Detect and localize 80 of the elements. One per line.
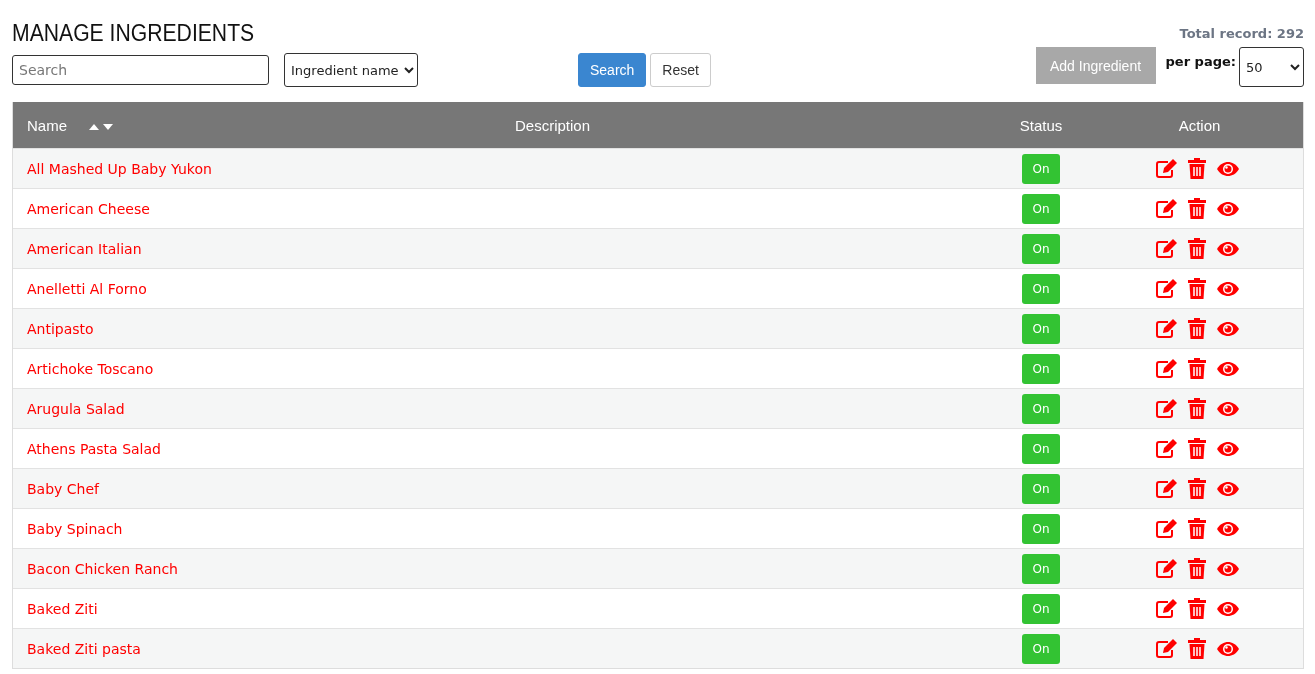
- eye-icon[interactable]: [1215, 520, 1240, 537]
- edit-icon[interactable]: [1154, 598, 1178, 619]
- search-button[interactable]: Search: [578, 53, 647, 87]
- ingredient-name-link[interactable]: Artichoke Toscano: [13, 360, 154, 377]
- trash-icon[interactable]: [1187, 158, 1206, 179]
- ingredient-name-link[interactable]: American Italian: [13, 240, 142, 257]
- ingredient-name-link[interactable]: Anelletti Al Forno: [13, 280, 147, 297]
- ingredient-name-link[interactable]: Baked Ziti pasta: [13, 640, 141, 657]
- edit-icon[interactable]: [1154, 558, 1178, 579]
- ingredient-name-link[interactable]: Baby Spinach: [13, 520, 123, 537]
- ingredient-name-link[interactable]: American Cheese: [13, 200, 150, 217]
- edit-icon[interactable]: [1154, 318, 1178, 339]
- sort-up-icon[interactable]: [89, 123, 99, 130]
- edit-icon[interactable]: [1154, 438, 1178, 459]
- eye-icon[interactable]: [1215, 360, 1240, 377]
- ingredient-name-link[interactable]: Bacon Chicken Ranch: [13, 560, 178, 577]
- trash-icon[interactable]: [1187, 358, 1206, 379]
- edit-icon[interactable]: [1154, 278, 1178, 299]
- edit-icon[interactable]: [1154, 238, 1178, 259]
- total-record: Total record: 292: [1179, 26, 1304, 41]
- sort-down-icon[interactable]: [103, 123, 113, 130]
- eye-icon[interactable]: [1215, 560, 1240, 577]
- status-toggle[interactable]: On: [1022, 153, 1060, 184]
- edit-icon[interactable]: [1154, 638, 1178, 659]
- eye-icon[interactable]: [1215, 280, 1240, 297]
- eye-icon[interactable]: [1215, 320, 1240, 337]
- eye-icon[interactable]: [1215, 600, 1240, 617]
- status-toggle[interactable]: On: [1022, 233, 1060, 264]
- eye-icon[interactable]: [1215, 640, 1240, 657]
- status-toggle[interactable]: On: [1022, 313, 1060, 344]
- status-toggle[interactable]: On: [1022, 393, 1060, 424]
- edit-icon[interactable]: [1154, 198, 1178, 219]
- trash-icon[interactable]: [1187, 638, 1206, 659]
- trash-icon[interactable]: [1187, 478, 1206, 499]
- ingredient-name-link[interactable]: Baby Chef: [13, 480, 99, 497]
- status-toggle[interactable]: On: [1022, 553, 1060, 584]
- eye-icon[interactable]: [1215, 440, 1240, 457]
- edit-icon[interactable]: [1154, 518, 1178, 539]
- eye-icon[interactable]: [1215, 240, 1240, 257]
- trash-icon[interactable]: [1187, 558, 1206, 579]
- search-field[interactable]: Search: [12, 55, 269, 85]
- eye-icon[interactable]: [1215, 400, 1240, 417]
- trash-icon[interactable]: [1187, 398, 1206, 419]
- trash-icon[interactable]: [1187, 198, 1206, 219]
- column-header: Status: [1018, 116, 1064, 134]
- ingredient-name-link[interactable]: Athens Pasta Salad: [13, 440, 161, 457]
- reset-button[interactable]: Reset: [650, 53, 711, 87]
- status-toggle[interactable]: On: [1022, 193, 1060, 224]
- eye-icon[interactable]: [1215, 160, 1240, 177]
- ingredient-name-link[interactable]: Antipasto: [13, 320, 94, 337]
- status-toggle[interactable]: On: [1022, 593, 1060, 624]
- add-ingredient-button[interactable]: Add Ingredient: [1035, 47, 1156, 84]
- edit-icon[interactable]: [1154, 158, 1178, 179]
- trash-icon[interactable]: [1187, 238, 1206, 259]
- column-header: Action: [1177, 116, 1222, 134]
- edit-icon[interactable]: [1154, 398, 1178, 419]
- ingredient-name-link[interactable]: Baked Ziti: [13, 600, 98, 617]
- page-title: MANAGE INGREDIENTS: [12, 20, 256, 47]
- edit-icon[interactable]: [1154, 358, 1178, 379]
- trash-icon[interactable]: [1187, 598, 1206, 619]
- status-toggle[interactable]: On: [1022, 513, 1060, 544]
- ingredient-name-link[interactable]: All Mashed Up Baby Yukon: [13, 160, 212, 177]
- eye-icon[interactable]: [1215, 200, 1240, 217]
- status-toggle[interactable]: On: [1022, 353, 1060, 384]
- eye-icon[interactable]: [1215, 480, 1240, 497]
- status-toggle[interactable]: On: [1022, 633, 1060, 664]
- trash-icon[interactable]: [1187, 278, 1206, 299]
- trash-icon[interactable]: [1187, 318, 1206, 339]
- trash-icon[interactable]: [1187, 438, 1206, 459]
- filter-dropdown[interactable]: Ingredient name: [284, 53, 418, 87]
- ingredient-name-link[interactable]: Arugula Salad: [13, 400, 125, 417]
- column-header[interactable]: Name: [27, 116, 67, 134]
- status-toggle[interactable]: On: [1022, 473, 1060, 504]
- per-page-label: per page:: [1165, 54, 1236, 69]
- column-header: Description: [514, 116, 592, 134]
- trash-icon[interactable]: [1187, 518, 1206, 539]
- status-toggle[interactable]: On: [1022, 273, 1060, 304]
- status-toggle[interactable]: On: [1022, 433, 1060, 464]
- per-page-dropdown[interactable]: 50: [1239, 47, 1304, 87]
- edit-icon[interactable]: [1154, 478, 1178, 499]
